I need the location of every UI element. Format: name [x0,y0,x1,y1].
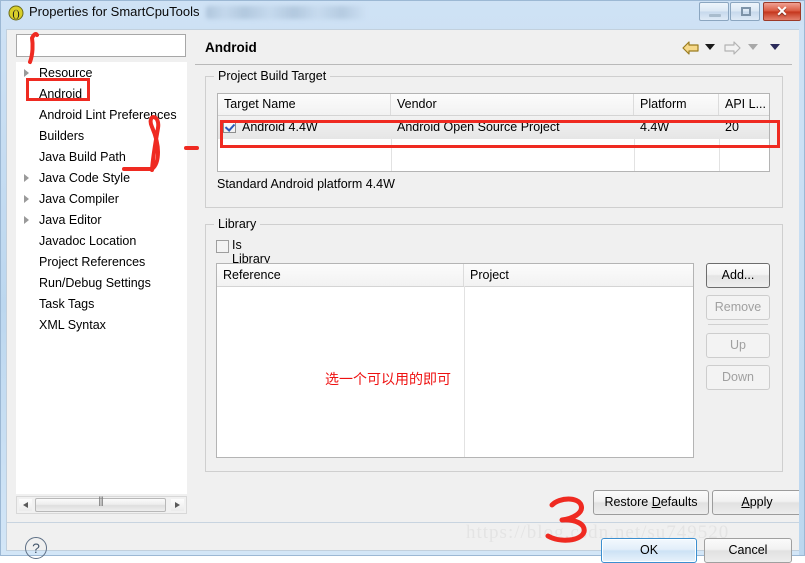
library-group: Library Is Library Reference Project Add… [205,217,783,472]
sidebar-item-label: Android Lint Preferences [39,108,177,122]
sidebar-item-label: Builders [39,129,85,143]
window-right-edge [799,25,804,555]
preference-tree[interactable]: Resource Android Android Lint Preference… [16,62,187,494]
sidebar-item-label: XML Syntax [39,318,106,332]
chevron-right-icon[interactable] [24,174,29,182]
footer-divider [7,522,800,523]
move-up-button: Up [706,333,770,358]
sidebar-item-label: Java Editor [39,213,102,227]
build-target-description: Standard Android platform 4.4W [217,177,395,191]
close-icon: ✕ [776,3,788,19]
restore-defaults-label: Restore Defaults [604,495,698,509]
sidebar-item-android-lint-preferences[interactable]: Android Lint Preferences [17,105,186,126]
sidebar-item-label: Project References [39,255,146,269]
sidebar-item-javadoc-location[interactable]: Javadoc Location [17,231,186,252]
column-header-project[interactable]: Project [464,264,693,286]
column-header-vendor[interactable]: Vendor [391,94,634,115]
annotation-box-android-item [26,78,90,101]
move-down-button: Down [706,365,770,390]
sidebar-item-label: Java Compiler [39,192,119,206]
sidebar-item-project-references[interactable]: Project References [17,252,186,273]
forward-history-chevron-down-icon [747,43,758,50]
chevron-right-icon[interactable] [24,69,29,77]
sidebar-item-java-build-path[interactable]: Java Build Path [17,147,186,168]
library-reference-table[interactable]: Reference Project [216,263,694,458]
page-title: Android [205,40,257,55]
sidebar-item-builders[interactable]: Builders [17,126,186,147]
cancel-button[interactable]: Cancel [704,538,792,563]
forward-arrow-icon [724,41,741,55]
dialog-client-area: Resource Android Android Lint Preference… [6,29,802,563]
sidebar-item-label: Task Tags [39,297,95,311]
group-legend: Project Build Target [214,69,331,83]
redacted-title-suffix [206,6,366,19]
sidebar-item-label: Javadoc Location [39,234,137,248]
table-header-row: Reference Project [217,264,693,287]
apply-button[interactable]: Apply [712,490,802,515]
page-navigation [682,40,786,55]
view-menu-chevron-down-icon[interactable] [770,43,780,50]
column-header-api-level[interactable]: API L... [719,94,769,115]
group-legend: Library [214,217,261,231]
minimize-button[interactable] [699,2,729,21]
add-button[interactable]: Add... [706,263,770,288]
is-library-label: Is Library [232,238,271,266]
scroll-right-icon[interactable] [171,499,184,511]
restore-defaults-button[interactable]: Restore Defaults [593,490,709,515]
back-arrow-icon[interactable] [682,41,699,55]
sidebar-item-label: Run/Debug Settings [39,276,151,290]
sidebar-item-java-code-style[interactable]: Java Code Style [17,168,186,189]
column-header-platform[interactable]: Platform [634,94,719,115]
sidebar-item-label: Java Code Style [39,171,131,185]
sidebar-item-java-editor[interactable]: Java Editor [17,210,186,231]
close-button[interactable]: ✕ [763,2,801,21]
title-bar[interactable]: () Properties for SmartCpuTools ✕ [1,1,805,25]
sidebar-item-java-compiler[interactable]: Java Compiler [17,189,186,210]
sidebar-item-run-debug-settings[interactable]: Run/Debug Settings [17,273,186,294]
is-library-checkbox[interactable] [216,240,229,253]
eclipse-icon: () [8,5,24,21]
ok-button[interactable]: OK [601,538,697,563]
sidebar-item-label: Java Build Path [39,150,126,164]
scrollbar-thumb[interactable] [35,496,166,512]
sidebar-item-xml-syntax[interactable]: XML Syntax [17,315,186,336]
column-header-reference[interactable]: Reference [217,264,464,286]
remove-button: Remove [706,295,770,320]
table-header-row: Target Name Vendor Platform API L... [218,94,769,116]
back-history-chevron-down-icon[interactable] [704,43,715,50]
window-title: Properties for SmartCpuTools [29,4,200,19]
preference-page: Android Project Build Target Target Name… [195,34,792,486]
sidebar-item-task-tags[interactable]: Task Tags [17,294,186,315]
column-header-target-name[interactable]: Target Name [218,94,391,115]
column-divider [464,286,465,457]
button-group-divider [708,324,768,325]
page-header: Android [195,34,792,65]
tree-horizontal-scrollbar[interactable] [16,496,187,514]
annotation-note-chinese: 选一个可以用的即可 [325,372,451,388]
svg-text:(): () [12,8,20,20]
chevron-right-icon[interactable] [24,195,29,203]
apply-label: Apply [741,495,773,509]
properties-dialog: () Properties for SmartCpuTools ✕ Resour… [0,0,805,563]
maximize-button[interactable] [730,2,760,21]
preference-filter-input[interactable] [16,34,186,57]
chevron-right-icon[interactable] [24,216,29,224]
scroll-left-icon[interactable] [19,499,32,511]
annotation-box-target-row [220,120,780,148]
